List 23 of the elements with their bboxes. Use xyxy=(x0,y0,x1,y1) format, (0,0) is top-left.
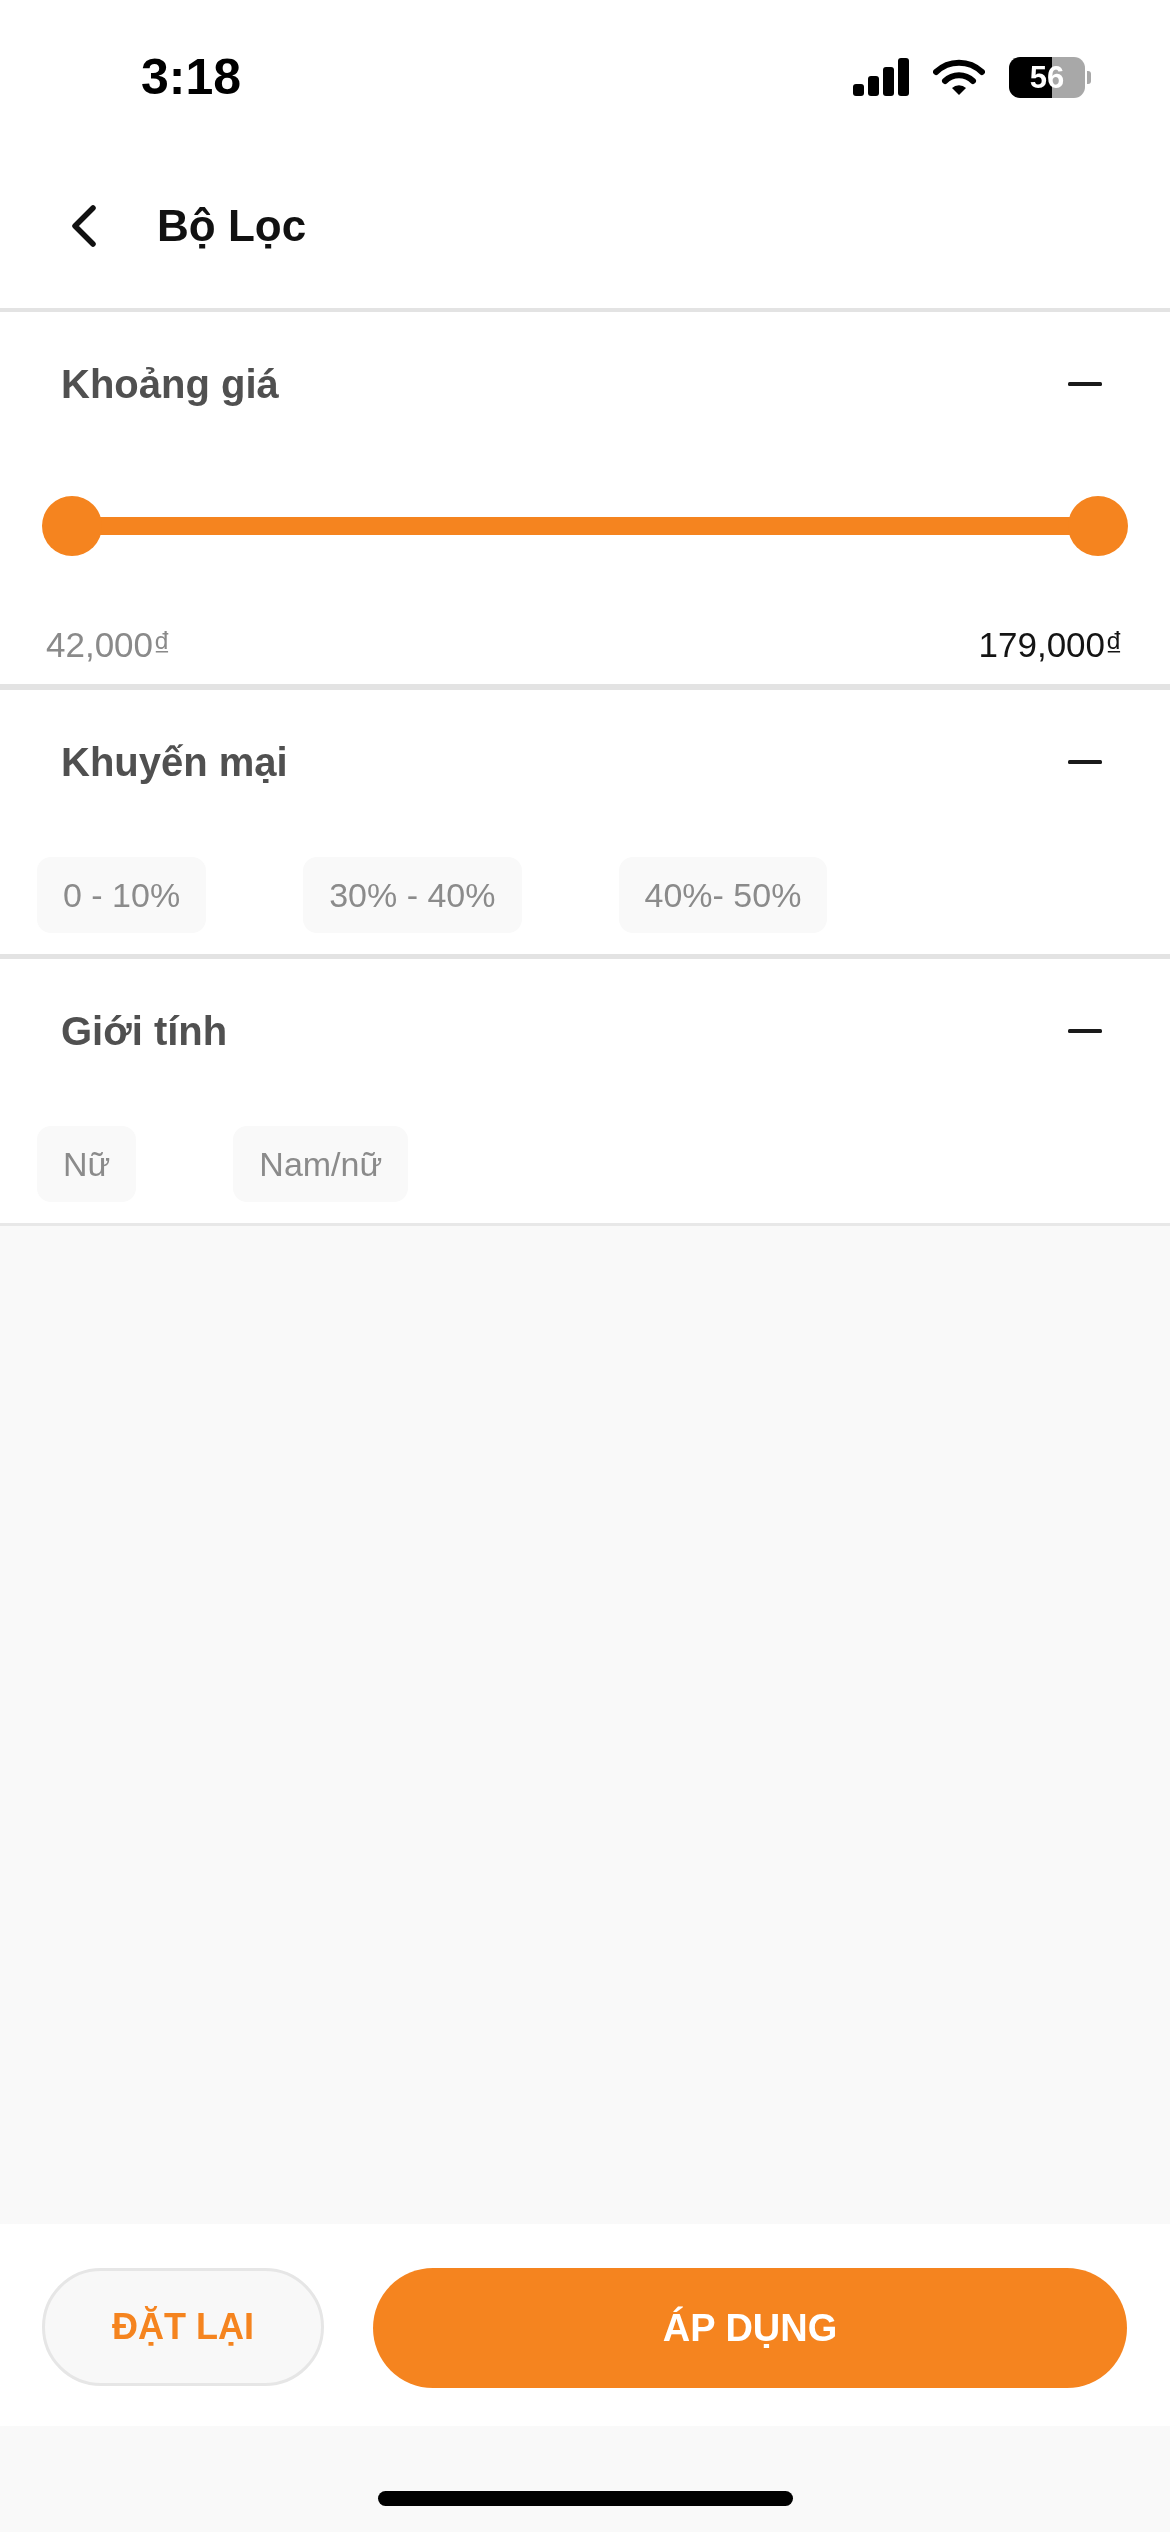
status-time: 3:18 xyxy=(141,52,242,102)
page-title: Bộ Lọc xyxy=(157,204,307,248)
price-range-slider[interactable] xyxy=(42,496,1128,556)
slider-thumb[interactable] xyxy=(42,496,102,556)
filter-chip[interactable]: Nam/nữ xyxy=(233,1126,409,1202)
filter-chip[interactable]: 0 - 10% xyxy=(37,857,207,933)
minus-icon[interactable] xyxy=(1068,382,1102,386)
signal-icon xyxy=(853,58,909,96)
filter-chip[interactable]: Nữ xyxy=(37,1126,137,1202)
chevron-left-icon xyxy=(70,204,98,248)
filter-chip[interactable]: 30% - 40% xyxy=(303,857,522,933)
min-price-label: 42,000₫ xyxy=(46,626,171,662)
section-title: Khoảng giá xyxy=(61,364,279,404)
filter-chip[interactable]: 40%- 50% xyxy=(618,857,828,933)
section-title: Giới tính xyxy=(61,1011,228,1051)
reset-button[interactable]: ĐẶT LẠI xyxy=(42,2268,324,2386)
minus-icon[interactable] xyxy=(1068,760,1102,764)
max-price-label: 179,000₫ xyxy=(978,626,1123,662)
slider-thumb[interactable] xyxy=(1068,496,1128,556)
minus-icon[interactable] xyxy=(1068,1029,1102,1033)
section-title: Khuyến mại xyxy=(61,742,288,782)
wifi-icon xyxy=(933,58,985,96)
apply-button[interactable]: ÁP DỤNG xyxy=(373,2268,1127,2388)
